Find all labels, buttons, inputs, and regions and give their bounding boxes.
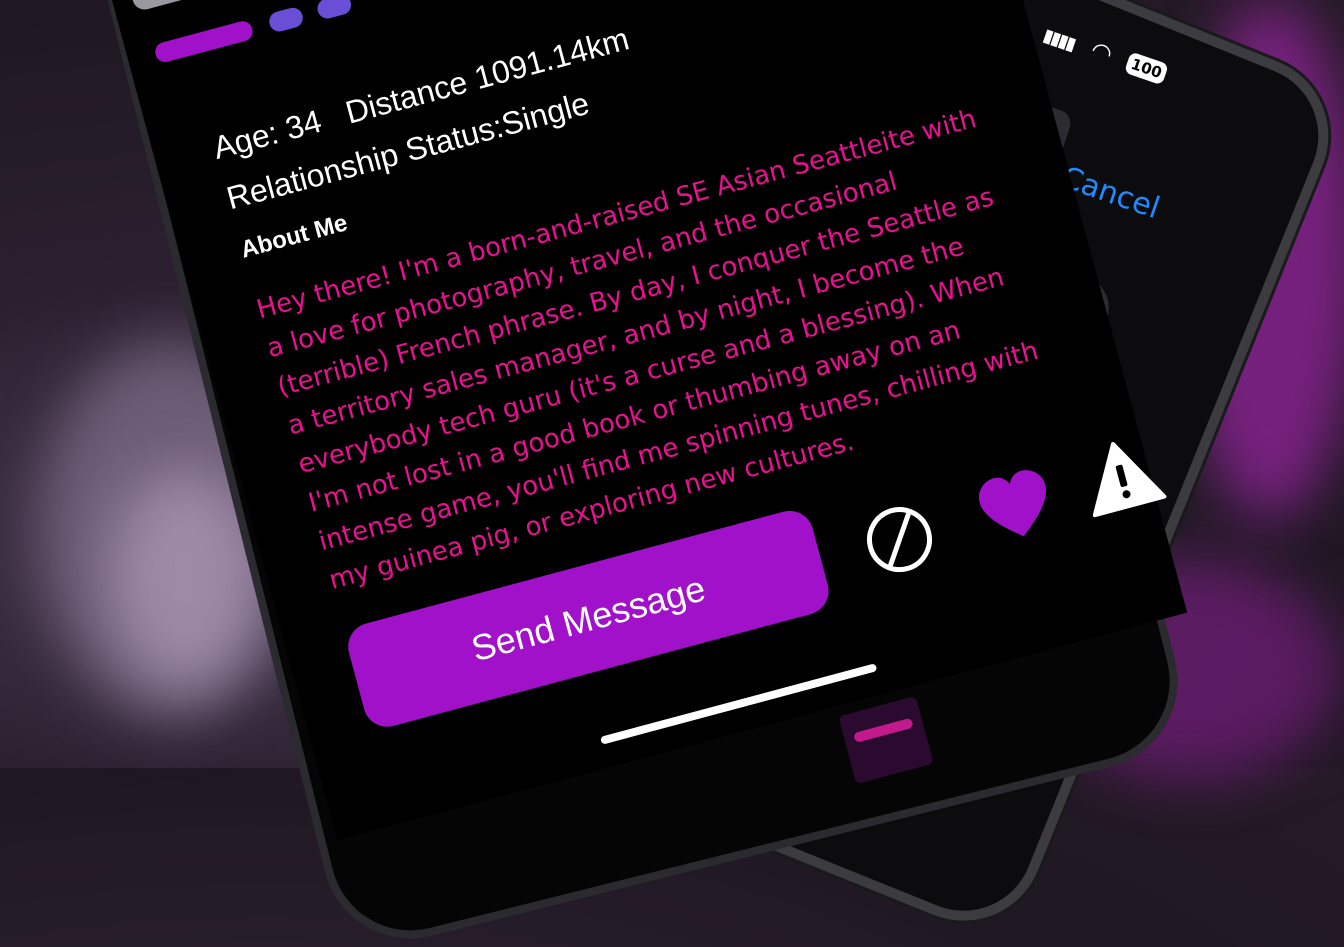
pager-dot[interactable] <box>315 0 354 21</box>
wifi-icon: ◠ <box>1087 35 1117 69</box>
profile-photo-edge[interactable] <box>126 0 243 13</box>
cellular-signal-icon: ▮▮▮▮ <box>1040 24 1078 55</box>
block-icon[interactable] <box>857 497 943 583</box>
pager-dot[interactable] <box>267 5 306 34</box>
about-me-heading: About Me <box>237 209 351 264</box>
pager-dot-active[interactable] <box>153 19 255 65</box>
background-smoke <box>110 470 260 690</box>
battery-indicator: 100 <box>1123 51 1169 86</box>
heart-icon[interactable] <box>970 463 1062 550</box>
age-value: Age: 34 <box>209 102 326 167</box>
